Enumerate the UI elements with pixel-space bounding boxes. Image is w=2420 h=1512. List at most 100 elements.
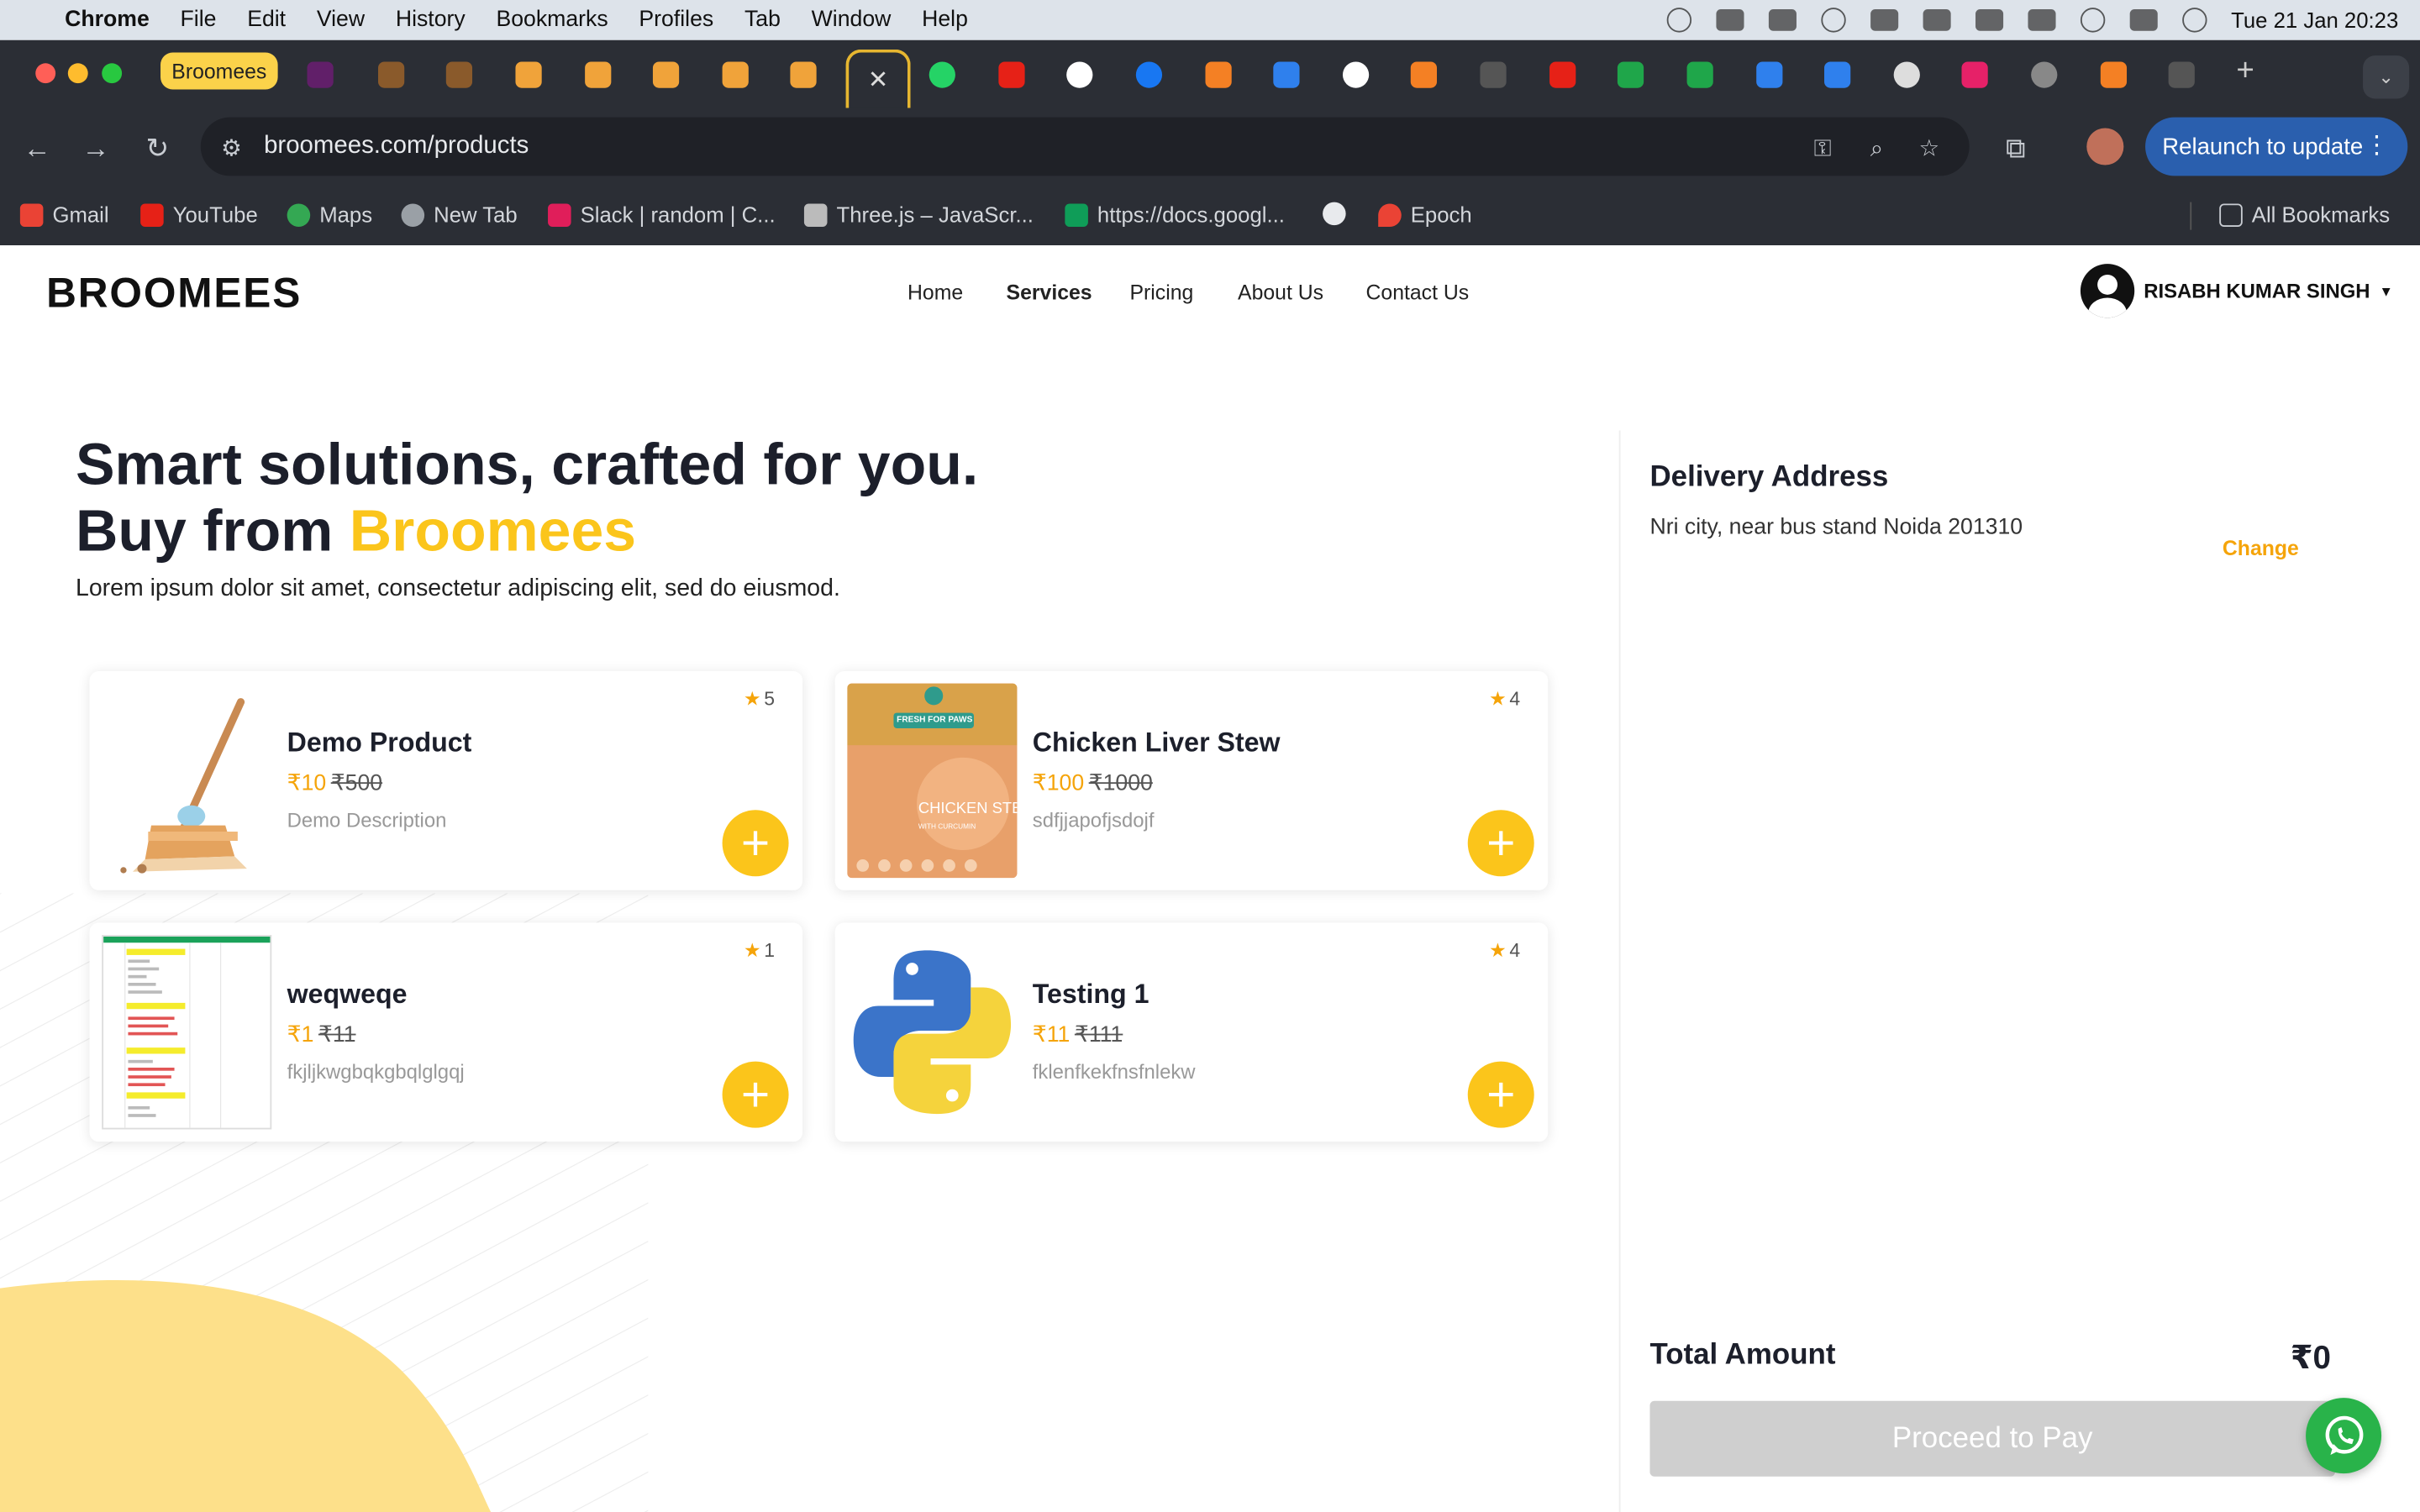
nav-contact[interactable]: Contact Us <box>1366 281 1470 304</box>
stackoverflow-tab-icon[interactable] <box>1205 61 1232 88</box>
menu-window[interactable]: Window <box>812 8 892 32</box>
accessibility-icon[interactable] <box>1820 8 1845 33</box>
broomees-tab-icon[interactable] <box>722 61 749 88</box>
reload-icon[interactable]: ↻ <box>137 128 177 168</box>
add-to-cart-button[interactable]: + <box>722 1061 789 1128</box>
tab-favicon-icon[interactable] <box>1549 61 1576 88</box>
creative-cloud-icon[interactable] <box>1665 8 1691 33</box>
product-name[interactable]: Chicken Liver Stew <box>1033 727 1281 759</box>
whatsapp-chat-button[interactable] <box>2306 1398 2382 1474</box>
bookmark-maps[interactable]: Maps <box>287 202 372 227</box>
bluetooth-icon[interactable] <box>1975 9 2003 31</box>
facebook-tab-icon[interactable] <box>1135 61 1163 88</box>
menu-view[interactable]: View <box>317 8 365 32</box>
change-address-link[interactable]: Change <box>2223 537 2299 560</box>
product-name[interactable]: Demo Product <box>287 727 472 759</box>
bookmark-epoch[interactable]: Epoch <box>1378 202 1472 227</box>
relaunch-button[interactable]: Relaunch to update ⋮ <box>2145 117 2408 176</box>
tab-favicon-icon[interactable] <box>1617 61 1644 88</box>
tab-close-icon[interactable]: ✕ <box>845 49 911 108</box>
profile-avatar-icon[interactable] <box>2086 128 2124 165</box>
battery-icon[interactable] <box>2027 9 2055 31</box>
close-window-icon[interactable] <box>35 63 56 84</box>
bookmark-youtube[interactable]: YouTube <box>140 202 258 227</box>
google-tab-icon[interactable] <box>1066 61 1093 88</box>
tab-favicon-icon[interactable] <box>2168 61 2195 88</box>
all-bookmarks[interactable]: All Bookmarks <box>2219 202 2390 227</box>
bookmark-google-docs[interactable]: https://docs.googl... <box>1065 202 1285 227</box>
bookmark-shield[interactable] <box>1323 202 1346 226</box>
bookmark-new-tab[interactable]: New Tab <box>401 202 518 227</box>
product-name[interactable]: weqweqe <box>287 978 408 1011</box>
product-card[interactable]: weqweqe ₹1 ₹11 fkjljkwgbqkgbqlglgqj ★ 1 + <box>89 922 803 1142</box>
address-bar[interactable]: ⚙ broomees.com/products ⚿ ⌕ ☆ <box>200 117 1970 176</box>
tab-search-icon[interactable]: ⌄ <box>2363 55 2410 99</box>
siri-icon[interactable] <box>2181 8 2207 33</box>
bookmark-slack[interactable]: Slack | random | C... <box>548 202 776 227</box>
control-center-icon[interactable] <box>2128 9 2157 31</box>
broomees-tab-icon[interactable] <box>585 61 612 88</box>
site-info-icon[interactable]: ⚙ <box>216 133 247 164</box>
menu-help[interactable]: Help <box>922 8 968 32</box>
menu-clock[interactable]: Tue 21 Jan 20:23 <box>2231 8 2398 32</box>
bookmark-gmail[interactable]: Gmail <box>19 202 109 227</box>
youtube-tab-icon[interactable] <box>998 61 1025 88</box>
tab-favicon-icon[interactable] <box>1824 61 1851 88</box>
tab-favicon-icon[interactable] <box>1961 61 1988 88</box>
menu-file[interactable]: File <box>181 8 217 32</box>
back-icon[interactable]: ← <box>17 128 57 168</box>
product-card[interactable]: Testing 1 ₹11 ₹111 fklenfkekfnsfnlekw ★ 4 … <box>834 922 1549 1142</box>
menu-bookmarks[interactable]: Bookmarks <box>496 8 608 32</box>
url-text[interactable]: broomees.com/products <box>264 133 529 160</box>
stackoverflow-tab-icon[interactable] <box>2100 61 2128 88</box>
nav-about[interactable]: About Us <box>1238 281 1323 304</box>
more-menu-icon[interactable]: ⋮ <box>2365 129 2389 160</box>
broomees-tab-icon[interactable] <box>652 61 680 88</box>
add-to-cart-button[interactable]: + <box>1467 1061 1534 1128</box>
vpn-icon[interactable] <box>1715 9 1744 31</box>
menu-profiles[interactable]: Profiles <box>639 8 713 32</box>
tab-favicon-icon[interactable] <box>1273 61 1300 88</box>
forward-icon[interactable]: → <box>76 128 116 168</box>
flag-tab-icon[interactable] <box>1756 61 1783 88</box>
broomees-tab-icon[interactable] <box>515 61 542 88</box>
password-key-icon[interactable]: ⚿ <box>1807 133 1839 164</box>
tab-broomees[interactable]: Broomees <box>160 52 278 90</box>
new-tab-icon[interactable]: + <box>2236 54 2254 89</box>
wifi-icon[interactable] <box>1768 9 1797 31</box>
user-menu[interactable]: RISABH KUMAR SINGH ▼ <box>2080 264 2393 318</box>
menu-edit[interactable]: Edit <box>247 8 286 32</box>
product-name[interactable]: Testing 1 <box>1033 978 1150 1011</box>
whatsapp-tab-icon[interactable] <box>929 61 955 88</box>
proceed-to-pay-button[interactable]: Proceed to Pay <box>1649 1400 2335 1477</box>
maximize-window-icon[interactable] <box>102 63 123 84</box>
tab-favicon-icon[interactable] <box>445 61 473 88</box>
nav-home[interactable]: Home <box>908 281 963 304</box>
menu-tab[interactable]: Tab <box>744 8 781 32</box>
tab-favicon-icon[interactable] <box>1686 61 1713 88</box>
keyboard-icon[interactable] <box>1870 9 1898 31</box>
minimize-window-icon[interactable] <box>67 63 88 84</box>
menu-history[interactable]: History <box>396 8 466 32</box>
nav-pricing[interactable]: Pricing <box>1129 281 1193 304</box>
slack-tab-icon[interactable] <box>307 61 334 88</box>
zoom-icon[interactable]: ⌕ <box>1861 133 1892 164</box>
broomees-tab-icon[interactable] <box>790 61 817 88</box>
menu-app-name[interactable]: Chrome <box>65 8 150 32</box>
add-to-cart-button[interactable]: + <box>722 810 789 877</box>
spotlight-icon[interactable] <box>2080 8 2105 33</box>
bookmark-threejs[interactable]: Three.js – JavaScr... <box>803 202 1034 227</box>
product-card[interactable]: Demo Product ₹10 ₹500 Demo Description ★ 5… <box>89 670 803 890</box>
stackoverflow-tab-icon[interactable] <box>1410 61 1438 88</box>
product-card[interactable]: FRESH FOR PAWS CHICKEN STEW WITH CURCUMI… <box>834 670 1549 890</box>
volume-icon[interactable] <box>1922 9 1950 31</box>
nav-services[interactable]: Services <box>1007 281 1092 304</box>
tab-favicon-icon[interactable] <box>2031 61 2058 88</box>
tab-favicon-icon[interactable] <box>378 61 405 88</box>
add-to-cart-button[interactable]: + <box>1467 810 1534 877</box>
google-tab-icon[interactable] <box>1342 61 1370 88</box>
tab-favicon-icon[interactable] <box>1480 61 1507 88</box>
openai-tab-icon[interactable] <box>1893 61 1920 88</box>
bookmark-star-icon[interactable]: ☆ <box>1914 133 1945 164</box>
extensions-icon[interactable]: ⧉ <box>1996 128 2036 168</box>
